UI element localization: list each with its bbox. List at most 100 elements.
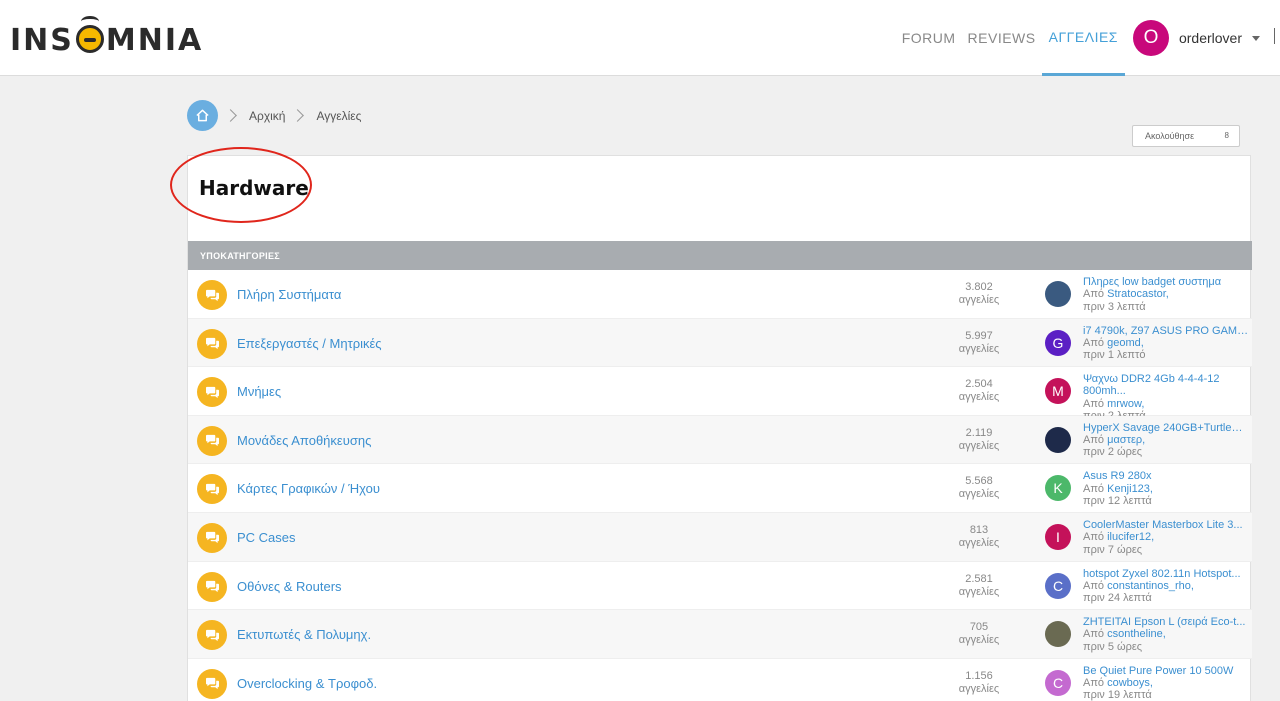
category-link[interactable]: Μονάδες Αποθήκευσης	[237, 433, 371, 448]
listing-count-number: 705	[969, 621, 989, 634]
category-row[interactable]: Overclocking & Τροφοδ. 1.156 αγγελίες C …	[188, 659, 1252, 701]
chevron-right-icon	[291, 109, 305, 122]
user-avatar: O	[1132, 20, 1169, 56]
listing-count-unit: αγγελίες	[958, 342, 1000, 355]
last-post-title-link[interactable]: Asus R9 280x	[1083, 470, 1249, 482]
category-link[interactable]: PC Cases	[237, 530, 296, 545]
category-row[interactable]: Μνήμες 2.504 αγγελίες M Ψαχνω DDR2 4Gb 4…	[188, 367, 1252, 422]
listing-count: 2.119 αγγελίες	[948, 427, 1010, 453]
home-button[interactable]	[187, 100, 218, 131]
category-row[interactable]: Οθόνες & Routers 2.581 αγγελίες C hotspo…	[188, 562, 1252, 611]
listing-count: 5.568 αγγελίες	[948, 475, 1010, 501]
listing-count-number: 5.997	[965, 329, 993, 342]
last-post-author-link[interactable]: mrwow,	[1107, 398, 1144, 410]
site-logo[interactable]: INS MNIA	[10, 15, 204, 58]
listing-count: 3.802 αγγελίες	[948, 281, 1010, 307]
last-poster-avatar[interactable]: G	[1045, 329, 1071, 356]
category-card: Hardware ΥΠΟΚΑΤΗΓΟΡΙΕΣ Πλήρη Συστήματα 3…	[170, 147, 1252, 701]
last-poster-avatar[interactable]	[1045, 621, 1071, 648]
last-post-info: Πληρες low badget συστημα Από Stratocast…	[1083, 276, 1249, 313]
category-link[interactable]: Οθόνες & Routers	[237, 579, 342, 594]
listing-count: 1.156 αγγελίες	[948, 670, 1010, 696]
last-poster-avatar[interactable]: K	[1045, 475, 1071, 502]
notifications-icon[interactable]	[1274, 28, 1280, 44]
category-row[interactable]: Μονάδες Αποθήκευσης 2.119 αγγελίες Hyper…	[188, 415, 1252, 465]
last-post-info: Be Quiet Pure Power 10 500W Από cowboys,…	[1083, 665, 1249, 701]
listing-count-unit: αγγελίες	[958, 294, 1000, 306]
last-post-author-link[interactable]: Stratocastor,	[1107, 288, 1169, 300]
logo-text: INS MNIA	[10, 15, 204, 58]
category-link[interactable]: Πλήρη Συστήματα	[237, 287, 341, 302]
nav-classifieds[interactable]: ΑΓΓΕΛΙΕΣ	[1041, 0, 1125, 76]
chat-bubbles-icon	[197, 620, 227, 651]
by-label: Από	[1083, 482, 1105, 495]
last-post-time: πριν 12 λεπτά	[1083, 494, 1152, 507]
chat-bubbles-icon	[197, 571, 227, 602]
listing-count-number: 2.581	[965, 572, 993, 585]
last-post-info: HyperX Savage 240GB+TurtleBea... Από μασ…	[1083, 422, 1249, 459]
site-header: INS MNIA FORUM REVIEWS ΑΓΓΕΛΙΕΣ O orderlo…	[0, 0, 1280, 76]
last-poster-avatar[interactable]: I	[1045, 523, 1071, 550]
last-post-time: πριν 1 λεπτό	[1083, 349, 1146, 362]
user-menu[interactable]: O orderlover	[1132, 20, 1280, 56]
last-post-title-link[interactable]: ΖΗΤΕΙΤΑΙ Epson L (σειρά Eco-t...	[1083, 616, 1249, 628]
by-label: Από	[1083, 434, 1105, 447]
last-post-time: πριν 5 ώρες	[1083, 640, 1143, 653]
last-post-author-link[interactable]: μαστερ,	[1107, 434, 1145, 446]
last-post-title-link[interactable]: CoolerMaster Masterbox Lite 3...	[1083, 519, 1249, 531]
listing-count-number: 3.802	[965, 281, 993, 293]
last-poster-avatar[interactable]: C	[1045, 572, 1071, 599]
follow-count: 8	[1224, 131, 1229, 140]
last-post-author-link[interactable]: ilucifer12,	[1107, 531, 1154, 543]
follow-button[interactable]: Ακολούθησε 8	[1132, 125, 1240, 147]
category-row[interactable]: Πλήρη Συστήματα 3.802 αγγελίες Πληρες lo…	[188, 270, 1252, 319]
last-poster-avatar[interactable]	[1045, 426, 1071, 453]
by-label: Από	[1083, 531, 1105, 544]
last-poster-avatar[interactable]: C	[1045, 669, 1071, 696]
last-post-info: ΖΗΤΕΙΤΑΙ Epson L (σειρά Eco-t... Από cso…	[1083, 616, 1249, 653]
category-link[interactable]: Overclocking & Τροφοδ.	[237, 676, 377, 691]
last-post-author-link[interactable]: constantinos_rho,	[1107, 580, 1194, 592]
category-row[interactable]: Επεξεργαστές / Μητρικές 5.997 αγγελίες G…	[188, 318, 1252, 368]
breadcrumb: Αρχική Αγγελίες	[187, 100, 361, 131]
category-row[interactable]: PC Cases 813 αγγελίες I CoolerMaster Mas…	[188, 512, 1252, 562]
category-link[interactable]: Εκτυπωτές & Πολυμηχ.	[237, 627, 371, 642]
last-poster-avatar[interactable]	[1045, 281, 1071, 307]
category-row[interactable]: Εκτυπωτές & Πολυμηχ. 705 αγγελίες ΖΗΤΕΙΤ…	[188, 610, 1252, 659]
category-row[interactable]: Κάρτες Γραφικών / Ήχου 5.568 αγγελίες K …	[188, 464, 1252, 513]
breadcrumb-home[interactable]: Αρχική	[249, 109, 285, 123]
last-post-author-link[interactable]: geomd,	[1107, 337, 1144, 349]
by-label: Από	[1083, 288, 1105, 301]
last-post-title-link[interactable]: Ψαχνω DDR2 4Gb 4-4-4-12 800mh...	[1083, 373, 1249, 398]
last-post-author-link[interactable]: csontheline,	[1107, 628, 1166, 640]
by-label: Από	[1083, 579, 1105, 592]
subcategories-header: ΥΠΟΚΑΤΗΓΟΡΙΕΣ	[188, 241, 1252, 270]
chat-bubbles-icon	[197, 328, 227, 359]
nav-reviews[interactable]: REVIEWS	[962, 0, 1042, 76]
chat-bubbles-icon	[197, 280, 227, 310]
last-post-title-link[interactable]: i7 4790k, Z97 ASUS PRO GAMER,...	[1083, 325, 1249, 337]
last-post-title-link[interactable]: Πληρες low badget συστημα	[1083, 276, 1249, 288]
last-post-author-link[interactable]: Kenji123,	[1107, 483, 1153, 495]
listing-count-unit: αγγελίες	[958, 585, 1000, 598]
last-post-info: i7 4790k, Z97 ASUS PRO GAMER,... Από geo…	[1083, 325, 1249, 362]
last-post-title-link[interactable]: Be Quiet Pure Power 10 500W	[1083, 665, 1249, 677]
follow-label: Ακολούθησε	[1145, 131, 1195, 141]
last-post-author-link[interactable]: cowboys,	[1107, 677, 1153, 689]
category-link[interactable]: Κάρτες Γραφικών / Ήχου	[237, 481, 380, 496]
last-post-title-link[interactable]: HyperX Savage 240GB+TurtleBea...	[1083, 422, 1249, 434]
last-post-time: πριν 7 ώρες	[1083, 543, 1143, 556]
listing-count: 705 αγγελίες	[948, 621, 1010, 647]
by-label: Από	[1083, 677, 1105, 690]
category-link[interactable]: Μνήμες	[237, 384, 281, 399]
category-list: Πλήρη Συστήματα 3.802 αγγελίες Πληρες lo…	[188, 270, 1252, 701]
listing-count: 5.997 αγγελίες	[948, 330, 1010, 356]
listing-count-number: 2.504	[965, 378, 993, 391]
last-poster-avatar[interactable]: M	[1045, 378, 1071, 405]
main-nav: FORUM REVIEWS ΑΓΓΕΛΙΕΣ O orderlover	[896, 0, 1280, 76]
breadcrumb-classifieds[interactable]: Αγγελίες	[316, 109, 361, 123]
category-link[interactable]: Επεξεργαστές / Μητρικές	[237, 336, 382, 351]
nav-forum[interactable]: FORUM	[896, 0, 962, 76]
listing-count-unit: αγγελίες	[958, 634, 1000, 647]
last-post-title-link[interactable]: hotspot Zyxel 802.11n Hotspot...	[1083, 568, 1249, 580]
